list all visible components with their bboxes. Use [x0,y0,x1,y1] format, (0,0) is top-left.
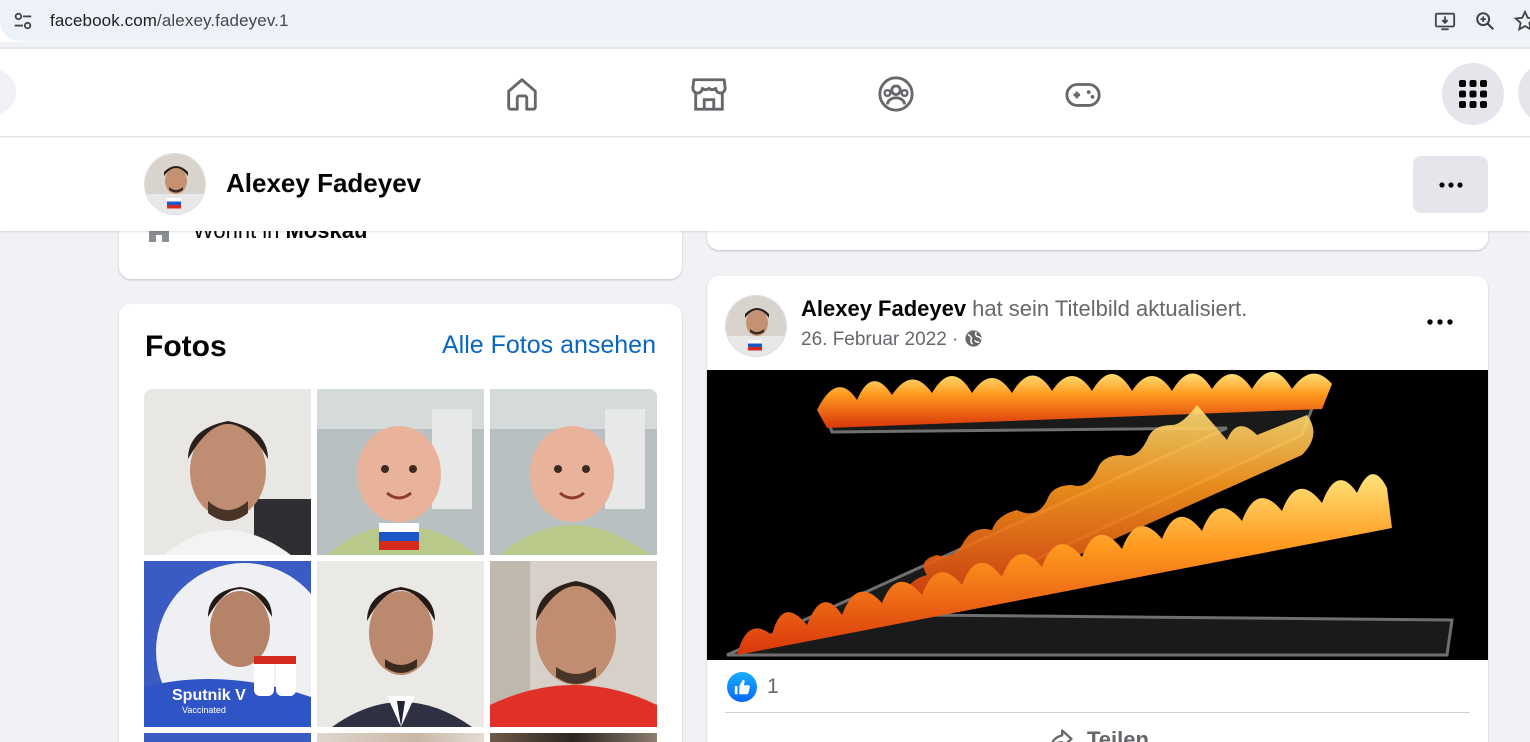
reactions-row[interactable]: 1 [727,671,779,703]
post-action: hat sein Titelbild aktualisiert. [972,296,1248,321]
messenger-button[interactable] [1518,63,1530,123]
marketplace-icon[interactable] [690,75,728,113]
photo-tile[interactable] [490,561,657,727]
gaming-icon[interactable] [1064,75,1102,113]
post-options-icon[interactable] [1425,312,1455,332]
avatar[interactable] [144,153,206,215]
facebook-top-nav [0,49,1530,137]
see-all-photos-link[interactable]: Alle Fotos ansehen [442,331,656,360]
photo-tile[interactable] [144,389,311,555]
url-path: /alexey.fadeyev.1 [157,11,289,30]
post-divider [725,712,1470,713]
post-card: Alexey Fadeyev hat sein Titelbild aktuali… [707,276,1488,742]
post-header-text: Alexey Fadeyev hat sein Titelbild aktuali… [801,296,1247,322]
like-reaction-icon [727,672,757,702]
install-app-icon[interactable] [1434,10,1456,32]
photo-tile[interactable] [144,733,311,742]
post-date[interactable]: 26. Februar 2022 [801,329,947,350]
sputnik-sublabel: Vaccinated [182,705,226,715]
meta-separator: · [952,329,959,350]
sputnik-label: Sputnik V [172,687,246,704]
photo-tile[interactable] [317,561,484,727]
photo-tile[interactable] [317,389,484,555]
profile-sticky-header: Alexey Fadeyev [0,138,1530,231]
url-host: facebook.com [50,11,158,30]
post-author-avatar[interactable] [725,295,787,357]
share-icon [1051,729,1073,742]
share-button[interactable]: Teilen [1047,726,1149,742]
photos-title: Fotos [145,330,227,363]
photo-tile[interactable]: Sputnik V Vaccinated [144,561,311,727]
menu-button[interactable] [1442,63,1504,125]
photo-tile[interactable] [490,733,657,742]
photo-tile[interactable] [317,733,484,742]
zoom-icon[interactable] [1474,10,1496,32]
home-icon[interactable] [503,75,541,113]
cover-photo-image[interactable] [707,370,1488,660]
globe-icon [965,330,982,347]
search-button[interactable] [0,69,16,115]
groups-icon[interactable] [877,75,915,113]
share-label: Teilen [1087,727,1149,742]
photos-card: Fotos Alle Fotos ansehen Sputnik V Vacci… [119,304,682,742]
post-meta: 26. Februar 2022 · [801,329,983,351]
browser-address-bar: facebook.com/alexey.fadeyev.1 [0,0,1530,42]
site-controls-icon[interactable] [12,10,34,32]
reaction-count: 1 [767,675,779,698]
post-author-name[interactable]: Alexey Fadeyev [801,296,966,321]
profile-name[interactable]: Alexey Fadeyev [226,168,421,199]
profile-more-button[interactable] [1413,156,1488,213]
menu-grid-icon [1459,80,1487,108]
bookmark-star-icon[interactable] [1514,10,1530,32]
url-text[interactable]: facebook.com/alexey.fadeyev.1 [50,11,289,31]
photo-tile[interactable] [490,389,657,555]
more-dots-icon [1438,181,1463,188]
